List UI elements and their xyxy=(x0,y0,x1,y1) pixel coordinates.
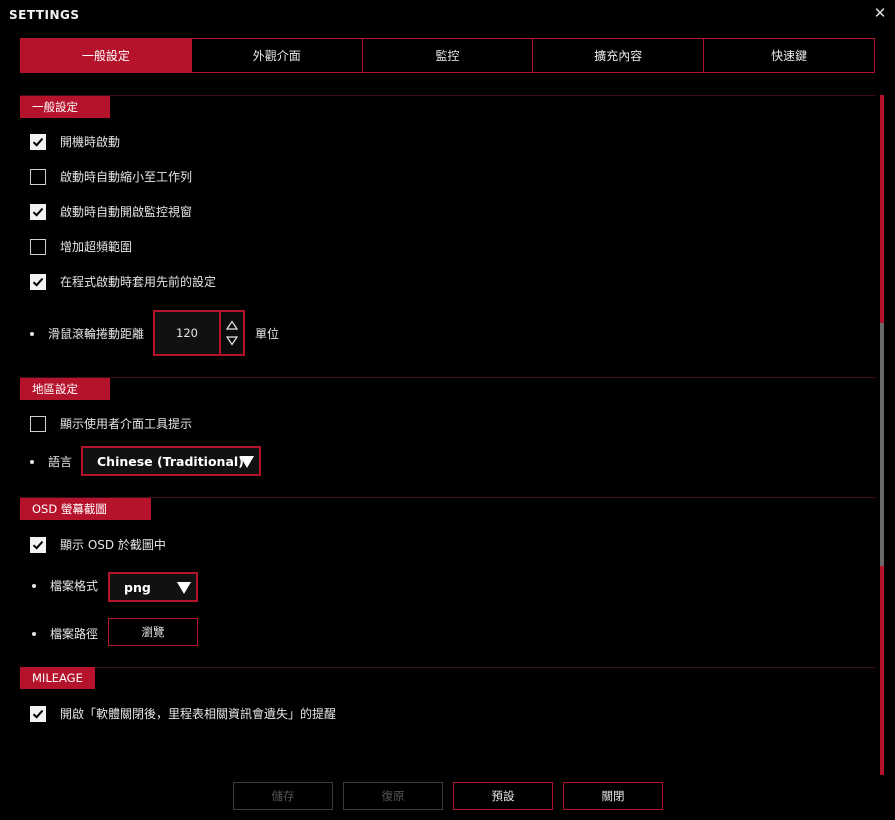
option-label: 開啟「軟體關閉後，里程表相關資訊會遺失」的提醒 xyxy=(60,707,337,721)
option-apply-previous-settings[interactable]: 在程式啟動時套用先前的設定 xyxy=(30,273,216,290)
section-header-mileage: MILEAGE xyxy=(20,667,95,689)
option-label: 顯示 OSD 於截圖中 xyxy=(60,538,166,552)
bullet-icon xyxy=(32,583,36,588)
increment-icon[interactable] xyxy=(225,319,239,331)
browse-button[interactable]: 瀏覽 xyxy=(108,618,198,646)
checkbox[interactable] xyxy=(30,203,46,220)
stepper-arrows xyxy=(221,312,243,354)
default-button[interactable]: 預設 xyxy=(453,782,553,810)
check-icon xyxy=(32,277,44,287)
window-title: SETTINGS xyxy=(9,8,80,22)
option-label: 增加超頻範圍 xyxy=(60,240,133,254)
tab-extensions[interactable]: 擴充內容 xyxy=(533,38,705,73)
check-icon xyxy=(32,540,44,550)
section-header-region: 地區設定 xyxy=(20,378,110,400)
title-bar: SETTINGS ✕ xyxy=(0,0,895,30)
tab-bar: 一般設定 外觀介面 監控 擴充內容 快速鍵 xyxy=(20,38,875,73)
decrement-icon[interactable] xyxy=(225,335,239,347)
bullet-icon xyxy=(30,331,34,336)
section-divider xyxy=(20,377,875,378)
settings-content: 一般設定 開機時啟動 啟動時自動縮小至工作列 啟動時自動開啟監控視窗 增加超頻範… xyxy=(20,95,877,775)
tab-general[interactable]: 一般設定 xyxy=(20,38,192,73)
file-format-row: 檔案格式 xyxy=(32,577,98,594)
checkbox[interactable] xyxy=(30,415,46,432)
tab-appearance[interactable]: 外觀介面 xyxy=(191,38,363,73)
language-value: Chinese (Traditional) xyxy=(97,453,244,469)
bullet-icon xyxy=(32,631,36,636)
option-label: 在程式啟動時套用先前的設定 xyxy=(60,275,217,289)
section-header-general: 一般設定 xyxy=(20,96,110,118)
section-header-osd: OSD 螢幕截圖 xyxy=(20,498,151,520)
checkbox[interactable] xyxy=(30,705,46,722)
close-button[interactable]: 關閉 xyxy=(563,782,663,810)
restore-button[interactable]: 復原 xyxy=(343,782,443,810)
option-minimize-to-taskbar[interactable]: 啟動時自動縮小至工作列 xyxy=(30,168,192,185)
chevron-down-icon xyxy=(177,582,191,594)
section-divider xyxy=(20,95,875,96)
scroll-distance-row: 滑鼠滾輪捲動距離 xyxy=(30,325,144,342)
file-path-label: 檔案路徑 xyxy=(50,627,99,641)
tab-monitoring[interactable]: 監控 xyxy=(362,38,534,73)
language-row: 語言 xyxy=(30,453,72,470)
scroll-distance-label: 滑鼠滾輪捲動距離 xyxy=(48,327,145,341)
option-open-monitor-window[interactable]: 啟動時自動開啟監控視窗 xyxy=(30,203,192,220)
option-label: 開機時啟動 xyxy=(60,135,121,149)
scroll-distance-value[interactable]: 120 xyxy=(155,312,221,354)
file-format-label: 檔案格式 xyxy=(50,579,99,593)
checkbox[interactable] xyxy=(30,238,46,255)
check-icon xyxy=(32,709,44,719)
checkbox[interactable] xyxy=(30,273,46,290)
scroll-unit-row: 單位 xyxy=(255,325,279,342)
file-format-select[interactable]: png xyxy=(108,572,198,602)
language-select[interactable]: Chinese (Traditional) xyxy=(81,446,261,476)
option-show-tooltips[interactable]: 顯示使用者介面工具提示 xyxy=(30,415,192,432)
file-format-value: png xyxy=(124,579,151,595)
tab-hotkeys[interactable]: 快速鍵 xyxy=(704,38,875,73)
file-path-row: 檔案路徑 xyxy=(32,625,98,642)
option-show-osd-in-screenshot[interactable]: 顯示 OSD 於截圖中 xyxy=(30,536,166,553)
check-icon xyxy=(32,137,44,147)
option-label: 啟動時自動開啟監控視窗 xyxy=(60,205,193,219)
option-start-on-boot[interactable]: 開機時啟動 xyxy=(30,133,120,150)
bullet-icon xyxy=(30,459,34,464)
option-mileage-reminder[interactable]: 開啟「軟體關閉後，里程表相關資訊會遺失」的提醒 xyxy=(30,705,336,722)
save-button[interactable]: 儲存 xyxy=(233,782,333,810)
checkbox[interactable] xyxy=(30,536,46,553)
chevron-down-icon xyxy=(240,456,254,468)
check-icon xyxy=(32,207,44,217)
option-label: 顯示使用者介面工具提示 xyxy=(60,417,193,431)
scrollbar-thumb[interactable] xyxy=(880,323,884,566)
scroll-distance-stepper[interactable]: 120 xyxy=(153,310,245,356)
option-extend-overclock-range[interactable]: 增加超頻範圍 xyxy=(30,238,132,255)
option-label: 啟動時自動縮小至工作列 xyxy=(60,170,193,184)
checkbox[interactable] xyxy=(30,133,46,150)
section-divider xyxy=(20,667,875,668)
language-label: 語言 xyxy=(48,455,73,469)
scroll-unit-label: 單位 xyxy=(255,327,280,341)
close-icon[interactable]: ✕ xyxy=(872,5,888,21)
checkbox[interactable] xyxy=(30,168,46,185)
